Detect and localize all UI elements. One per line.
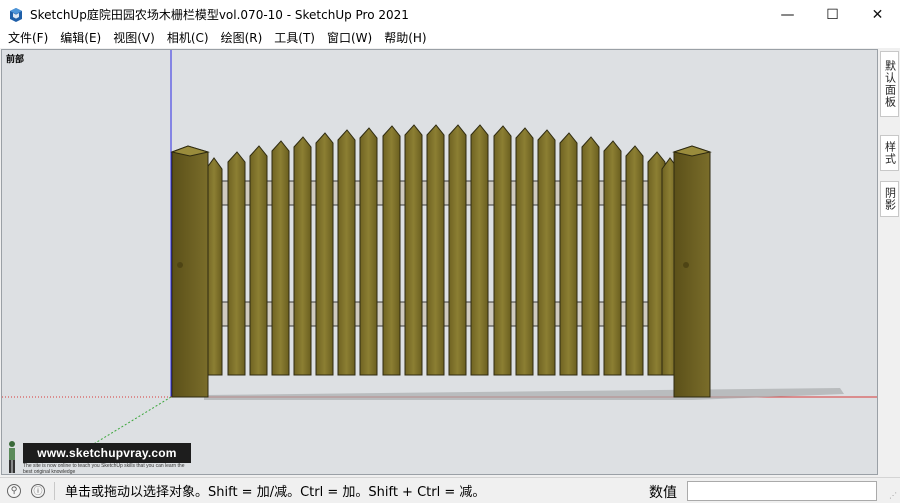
picket: [625, 145, 644, 376]
left-post: [170, 145, 210, 398]
picket: [581, 136, 600, 376]
menu-window[interactable]: 窗口(W): [323, 29, 376, 48]
picket: [293, 136, 312, 376]
picket: [404, 124, 423, 376]
resize-grip-icon[interactable]: ⋰: [889, 491, 897, 500]
status-bar: ⚲ ⓘ 单击或拖动以选择对象。Shift = 加/减。Ctrl = 加。Shif…: [0, 477, 900, 503]
right-tray: 默认面板 样式 阴影: [879, 49, 900, 475]
picket: [359, 127, 378, 376]
menu-camera[interactable]: 相机(C): [163, 29, 213, 48]
picket: [249, 145, 268, 376]
menu-draw[interactable]: 绘图(R): [217, 29, 267, 48]
picket: [515, 127, 534, 376]
tray-tab-shadows[interactable]: 阴影: [880, 181, 899, 217]
picket: [470, 124, 489, 376]
picket: [537, 129, 556, 376]
scene-tab-label[interactable]: 前部: [6, 52, 24, 65]
modeling-viewport[interactable]: 前部: [1, 49, 878, 475]
menu-file[interactable]: 文件(F): [4, 29, 52, 48]
title-bar: SketchUp庭院田园农场木栅栏模型vol.070-10 - SketchUp…: [0, 0, 900, 29]
status-hint: 单击或拖动以选择对象。Shift = 加/减。Ctrl = 加。Shift + …: [65, 485, 486, 500]
window-controls: — ☐ ✕: [765, 0, 900, 29]
sketchup-window: SketchUp庭院田园农场木栅栏模型vol.070-10 - SketchUp…: [0, 0, 900, 503]
picket: [315, 132, 334, 376]
sketchup-app-icon: [10, 7, 22, 22]
green-axis-dotted: [91, 396, 172, 446]
menu-edit[interactable]: 编辑(E): [56, 29, 105, 48]
menu-help[interactable]: 帮助(H): [380, 29, 430, 48]
picket: [227, 151, 246, 376]
picket: [559, 132, 578, 376]
measurements-label: 数值: [649, 485, 677, 501]
scale-figure-icon: [9, 441, 15, 473]
ground-shadow: [204, 388, 844, 400]
picket: [382, 125, 401, 376]
watermark-banner: www.sketchupvray.com: [23, 443, 191, 463]
picket: [337, 129, 356, 376]
tray-tab-styles[interactable]: 样式: [880, 135, 899, 171]
tray-tab-default[interactable]: 默认面板: [880, 51, 899, 117]
picket: [448, 124, 467, 376]
pickets: [205, 124, 679, 376]
picket: [426, 124, 445, 376]
fence-scene: [2, 50, 877, 446]
status-divider: [54, 481, 55, 500]
watermark-subtext: The site is now online to teach you Sket…: [23, 463, 185, 475]
measurements-input[interactable]: [687, 481, 877, 501]
menu-tools[interactable]: 工具(T): [270, 29, 319, 48]
right-post: [672, 145, 712, 398]
picket: [271, 140, 290, 376]
picket: [493, 125, 512, 376]
instructor-icon[interactable]: ⓘ: [31, 483, 45, 498]
window-title: SketchUp庭院田园农场木栅栏模型vol.070-10 - SketchUp…: [30, 8, 409, 22]
menu-bar: 文件(F) 编辑(E) 视图(V) 相机(C) 绘图(R) 工具(T) 窗口(W…: [0, 29, 900, 48]
menu-view[interactable]: 视图(V): [109, 29, 159, 48]
minimize-button[interactable]: —: [765, 0, 810, 29]
close-button[interactable]: ✕: [855, 0, 900, 29]
geolocation-icon[interactable]: ⚲: [7, 483, 21, 498]
maximize-button[interactable]: ☐: [810, 0, 855, 29]
picket: [603, 140, 622, 376]
